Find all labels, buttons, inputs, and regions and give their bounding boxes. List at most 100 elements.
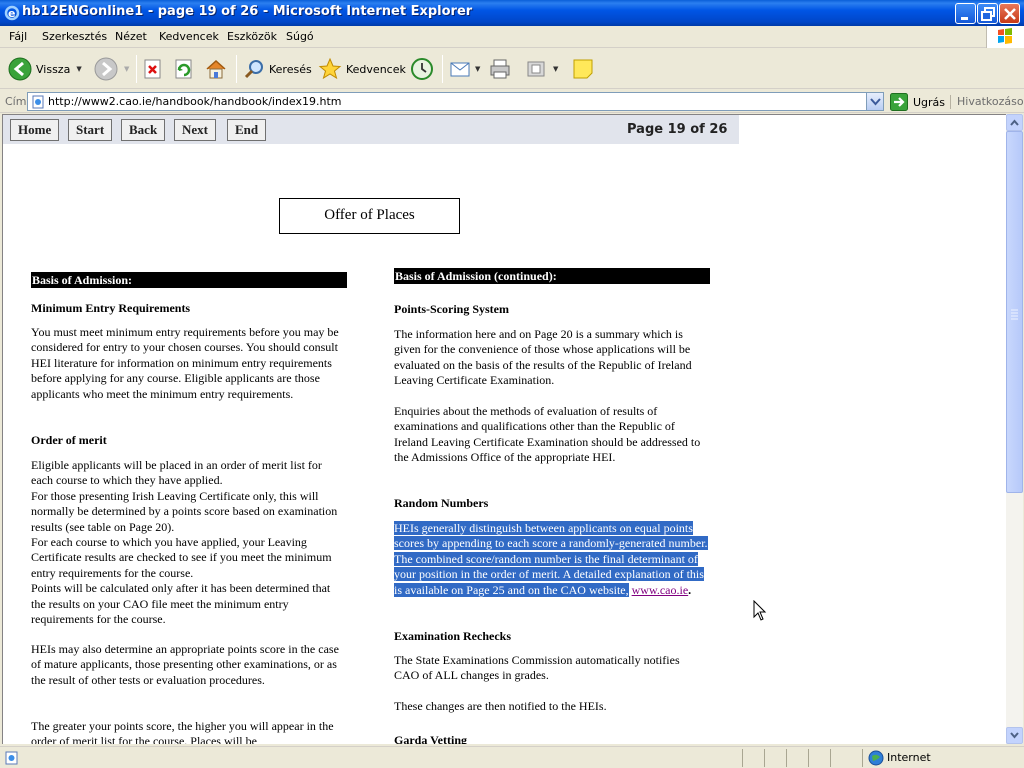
minimize-button[interactable]: [955, 3, 976, 24]
close-button[interactable]: [999, 3, 1020, 24]
menu-view[interactable]: Nézet: [115, 30, 147, 43]
globe-icon: [868, 750, 884, 766]
menu-favorites[interactable]: Kedvencek: [159, 30, 219, 43]
go-label: Ugrás: [913, 95, 946, 109]
restore-icon: [981, 7, 995, 21]
windows-logo-icon: [986, 26, 1024, 48]
grip-icon: [1011, 309, 1018, 320]
address-dropdown-button[interactable]: [866, 93, 883, 110]
garda-vetting-heading: Garda Vetting: [394, 733, 468, 744]
chevron-down-icon: [870, 98, 881, 106]
go-arrow-icon: [890, 93, 908, 111]
close-icon: [1004, 8, 1016, 20]
stop-button[interactable]: [142, 55, 164, 83]
section-bar-right: Basis of Admission (continued):: [394, 268, 710, 284]
status-panel: [830, 749, 831, 767]
address-url[interactable]: http://www2.cao.ie/handbook/handbook/ind…: [48, 95, 342, 108]
mail-button[interactable]: ▼: [449, 55, 480, 83]
status-panel: [808, 749, 809, 767]
stop-icon: [144, 59, 161, 79]
back-nav-button[interactable]: Back: [121, 119, 166, 141]
page-title: Offer of Places: [279, 198, 460, 234]
order-paragraph-3: For each course to which you have applie…: [31, 535, 332, 580]
forward-arrow-icon: [94, 57, 118, 81]
enquiries-text: Enquiries about the methods of evaluatio…: [394, 404, 701, 465]
scroll-down-button[interactable]: [1006, 727, 1023, 744]
toolbar-separator: [136, 55, 137, 83]
cao-website-link[interactable]: www.cao.ie: [632, 583, 689, 597]
points-scoring-text: The information here and on Page 20 is a…: [394, 327, 692, 388]
search-icon: [244, 60, 263, 79]
chevron-down-icon[interactable]: ▼: [124, 65, 129, 73]
print-button[interactable]: [488, 55, 512, 83]
page-content: Home Start Back Next End Page 19 of 26 O…: [2, 114, 1006, 744]
address-input[interactable]: http://www2.cao.ie/handbook/handbook/ind…: [27, 92, 884, 111]
address-label: Cím: [5, 95, 27, 108]
menu-help[interactable]: Súgó: [286, 30, 314, 43]
chevron-down-icon[interactable]: ▼: [475, 65, 480, 73]
status-panel: [862, 749, 863, 767]
page-icon: [32, 95, 44, 109]
end-nav-button[interactable]: End: [227, 119, 267, 141]
chevron-down-icon: [1010, 732, 1019, 739]
menu-edit[interactable]: Szerkesztés: [42, 30, 107, 43]
address-bar: Cím http://www2.cao.ie/handbook/handbook…: [0, 90, 1024, 113]
points-scoring-heading: Points-Scoring System: [394, 302, 509, 316]
greater-points-text: The greater your points score, the highe…: [31, 719, 334, 744]
chevron-up-icon: [1010, 119, 1019, 126]
forward-button[interactable]: ▼: [94, 55, 129, 83]
history-button[interactable]: [410, 55, 434, 83]
page-status-icon: [5, 751, 18, 765]
next-nav-button[interactable]: Next: [174, 119, 216, 141]
window-title: hb12ENGonline1 - page 19 of 26 - Microso…: [22, 4, 473, 19]
back-label: Vissza: [36, 62, 71, 76]
edit-button[interactable]: ▼: [525, 55, 558, 83]
chevron-down-icon[interactable]: ▼: [76, 65, 81, 73]
links-toolbar[interactable]: Hivatkozások: [950, 95, 1024, 109]
edit-icon: [527, 61, 545, 77]
vertical-scrollbar[interactable]: [1006, 114, 1023, 744]
menu-file[interactable]: Fájl: [9, 30, 27, 43]
rechecks-heading: Examination Rechecks: [394, 629, 511, 643]
section-bar-left: Basis of Admission:: [31, 272, 347, 288]
order-of-merit-heading: Order of merit: [31, 433, 107, 447]
hei-points-text: HEIs may also determine an appropriate p…: [31, 642, 339, 687]
toolbar-separator: [236, 55, 237, 83]
status-bar: Internet: [0, 746, 1024, 768]
scroll-up-button[interactable]: [1006, 114, 1023, 131]
favorites-button[interactable]: Kedvencek: [318, 55, 406, 83]
search-button[interactable]: Keresés: [243, 55, 312, 83]
sticky-note-icon: [573, 59, 593, 79]
period: .: [688, 582, 692, 597]
toolbar-separator: [442, 55, 443, 83]
rechecks-text-1: The State Examinations Commission automa…: [394, 653, 680, 683]
random-numbers-text: HEIs generally distinguish between appli…: [394, 521, 709, 598]
selected-comma: ,: [625, 582, 629, 597]
page-indicator: Page 19 of 26: [627, 122, 728, 137]
star-icon: [318, 57, 342, 80]
svg-text:e: e: [8, 7, 15, 20]
home-button[interactable]: [204, 55, 228, 83]
start-nav-button[interactable]: Start: [68, 119, 113, 141]
menu-bar: Fájl Szerkesztés Nézet Kedvencek Eszközö…: [0, 26, 1024, 48]
go-button[interactable]: Ugrás: [890, 93, 945, 111]
order-paragraph-1: Eligible applicants will be placed in an…: [31, 458, 322, 488]
restore-button[interactable]: [977, 3, 998, 24]
refresh-button[interactable]: [173, 55, 195, 83]
chevron-down-icon[interactable]: ▼: [553, 65, 558, 73]
toolbar: Vissza ▼ ▼ Keresés Kedvencek ▼ ▼: [0, 49, 1024, 89]
mail-icon: [450, 62, 470, 77]
notes-button[interactable]: [571, 55, 595, 83]
back-button[interactable]: Vissza ▼: [8, 55, 82, 83]
home-nav-button[interactable]: Home: [10, 119, 60, 141]
scroll-thumb[interactable]: [1006, 131, 1023, 493]
back-arrow-icon: [8, 57, 32, 81]
minimize-icon: [961, 17, 968, 20]
status-panel: [742, 749, 743, 767]
rechecks-text-2: These changes are then notified to the H…: [394, 699, 607, 713]
menu-tools[interactable]: Eszközök: [227, 30, 277, 43]
mouse-cursor-icon: [753, 600, 767, 621]
order-paragraph-2: For those presenting Irish Leaving Certi…: [31, 488, 338, 534]
home-icon: [206, 59, 226, 79]
internet-explorer-icon: e: [4, 5, 20, 21]
